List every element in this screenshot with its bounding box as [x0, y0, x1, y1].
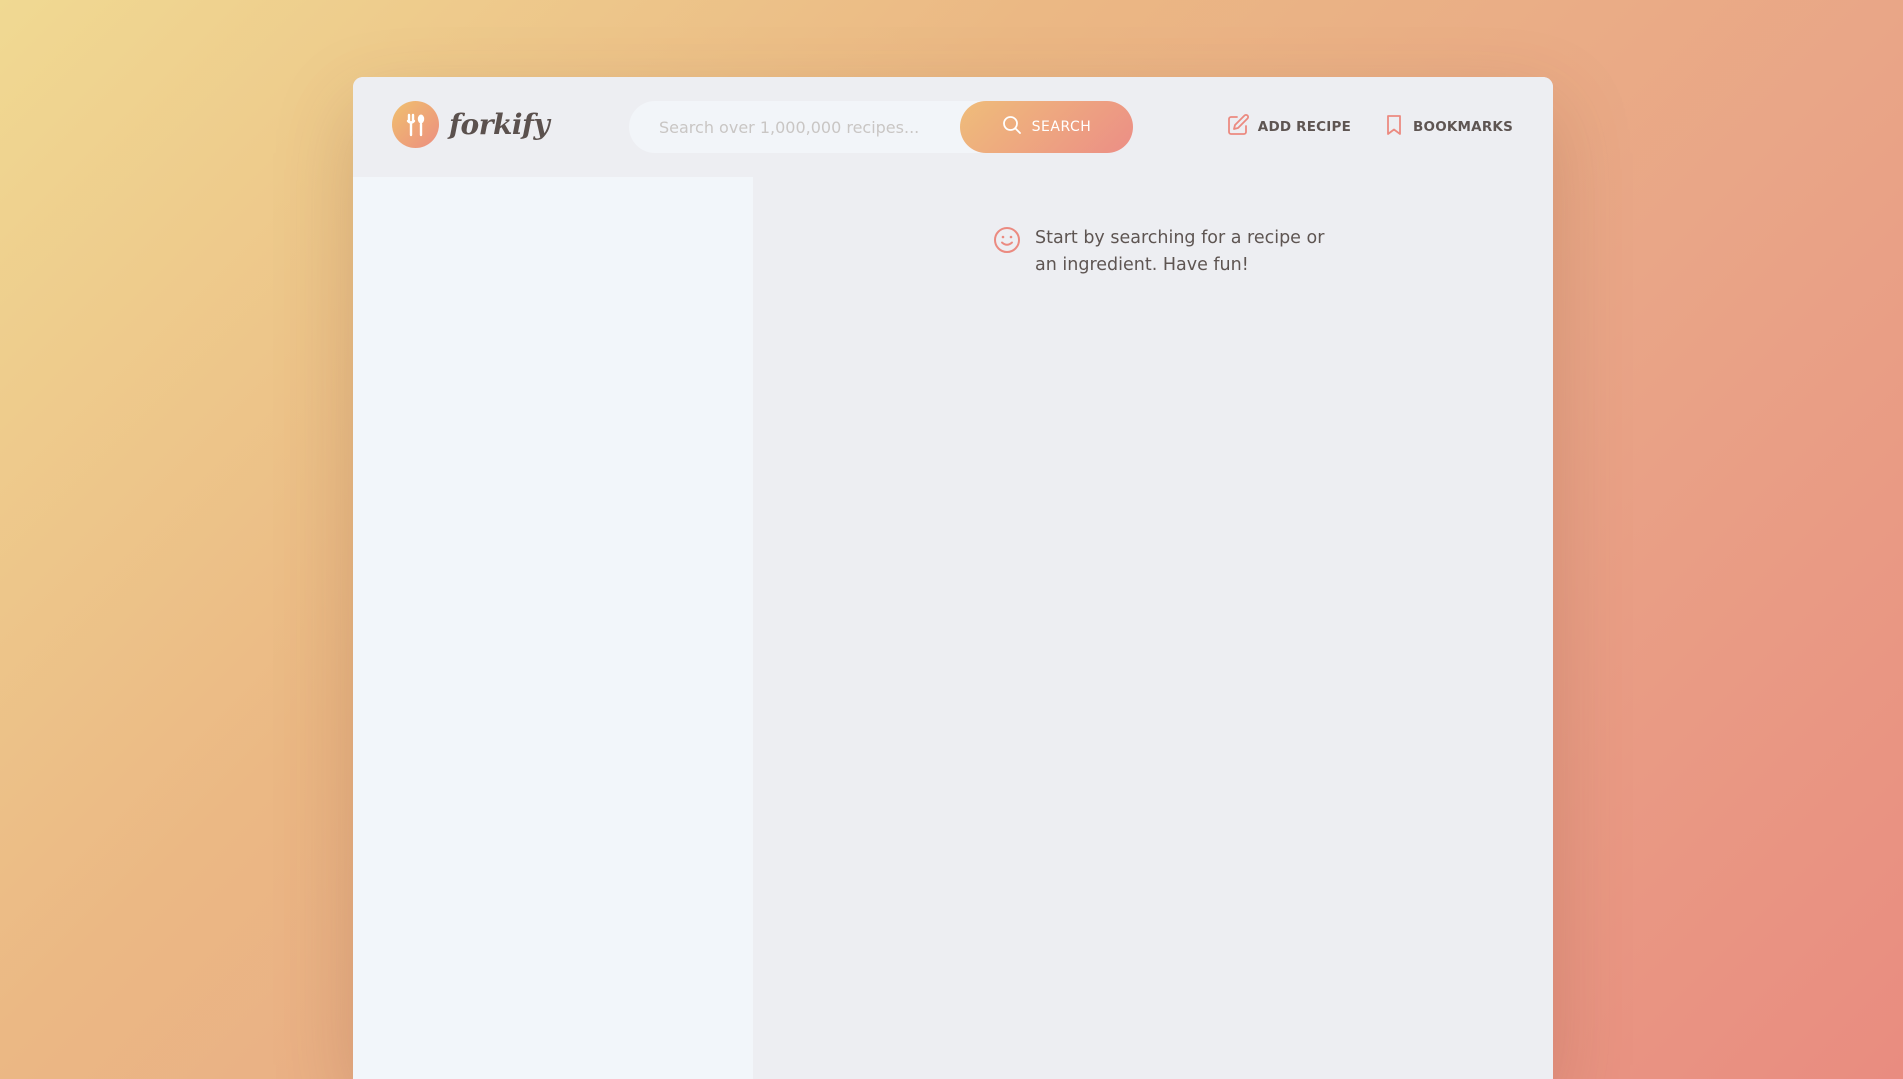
search-input[interactable] — [629, 101, 959, 153]
start-message: Start by searching for a recipe or an in… — [993, 225, 1333, 279]
bookmarks-button[interactable]: BOOKMARKS — [1383, 113, 1513, 141]
add-recipe-label: ADD RECIPE — [1257, 119, 1352, 135]
search-icon — [1002, 115, 1022, 139]
bookmarks-label: BOOKMARKS — [1413, 119, 1513, 135]
logo[interactable]: forkify — [392, 101, 550, 148]
search-button-label: SEARCH — [1031, 119, 1092, 135]
search-results-panel — [353, 177, 753, 1079]
header: forkify SEARCH — [353, 77, 1553, 177]
nav: ADD RECIPE BOOKMARKS — [1226, 113, 1513, 141]
bookmark-icon — [1383, 113, 1405, 141]
recipe-panel: Start by searching for a recipe or an in… — [753, 177, 1553, 1079]
smile-icon — [993, 226, 1021, 258]
search-button[interactable]: SEARCH — [960, 101, 1133, 153]
brand-name: forkify — [449, 108, 550, 141]
app-container: forkify SEARCH — [353, 77, 1553, 1079]
edit-icon — [1226, 113, 1250, 141]
search-form: SEARCH — [629, 101, 1133, 153]
start-message-text: Start by searching for a recipe or an in… — [1035, 228, 1325, 275]
add-recipe-button[interactable]: ADD RECIPE — [1226, 113, 1351, 141]
fork-spoon-icon — [392, 101, 439, 148]
